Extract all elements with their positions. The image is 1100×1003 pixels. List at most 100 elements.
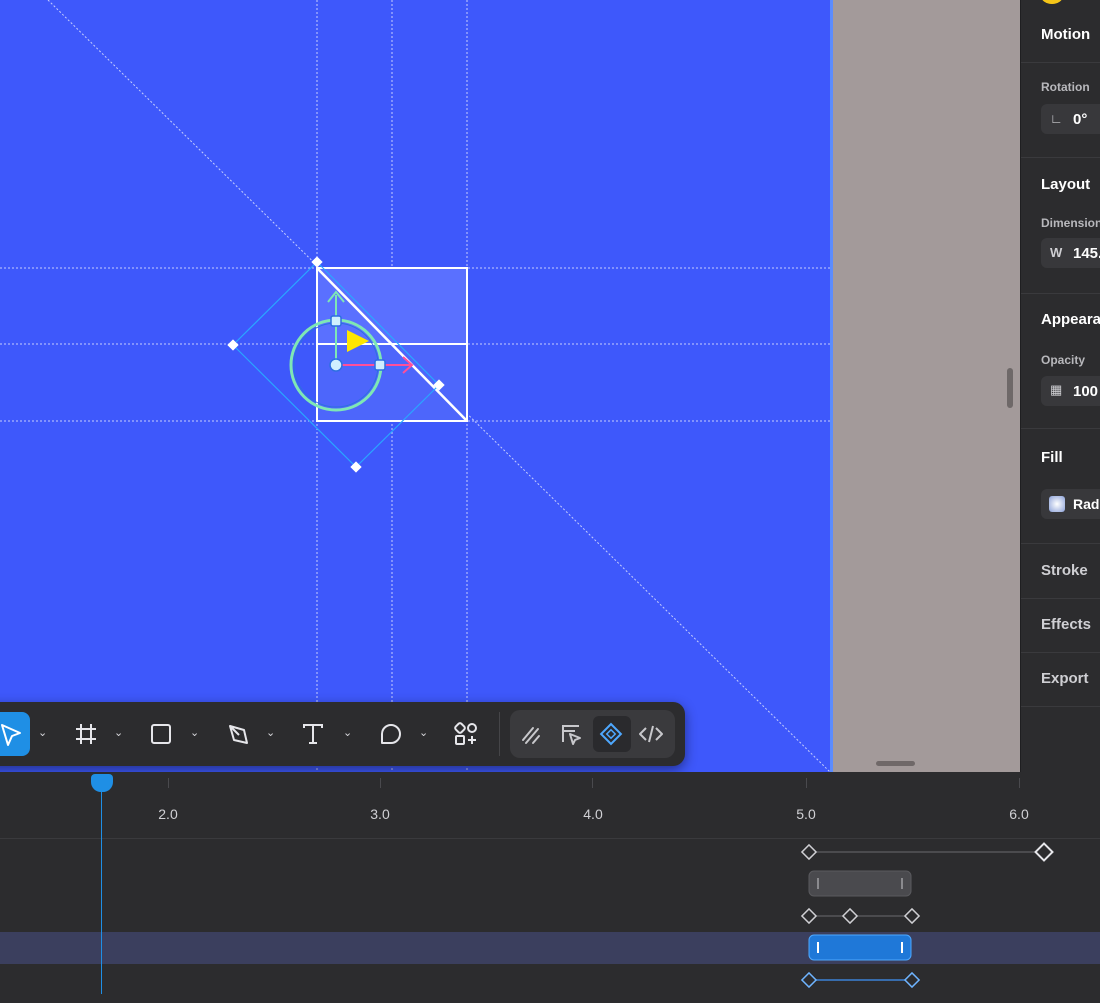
- ruler-tick: [1019, 778, 1020, 788]
- opacity-input[interactable]: ▦ 100: [1041, 376, 1100, 406]
- inspector-panel: Motion Rotation ∟ 0° Layout Dimension W …: [1020, 0, 1100, 772]
- frame-tool-button[interactable]: [68, 716, 104, 752]
- playhead-line: [101, 784, 102, 994]
- chevron-down-icon[interactable]: ⌄: [266, 726, 276, 740]
- panel-scroll-handle[interactable]: [1007, 368, 1013, 408]
- bottom-toolbar: ⌄ ⌄ ⌄ ⌄ ⌄ ⌄: [0, 702, 685, 766]
- rotation-value: 0°: [1073, 111, 1088, 128]
- timeline-panel: 2.0 3.0 4.0 5.0 6.0: [0, 772, 1100, 1003]
- rotation-section: Rotation ∟ 0°: [1021, 63, 1100, 158]
- keyframe-row: [800, 842, 1054, 862]
- draw-tool-button[interactable]: [513, 716, 549, 752]
- keyframe-diamond[interactable]: [800, 843, 818, 861]
- prototype-tool-button[interactable]: [593, 716, 631, 752]
- pen-tool-button[interactable]: [220, 716, 256, 752]
- timeline-ruler[interactable]: 2.0 3.0 4.0 5.0 6.0: [0, 772, 1100, 839]
- timeline-track-selected[interactable]: [0, 932, 1100, 964]
- ruler-tick: [380, 778, 381, 788]
- opacity-label: Opacity: [1041, 353, 1086, 367]
- chevron-down-icon[interactable]: ⌄: [419, 726, 429, 740]
- chevron-down-icon[interactable]: ⌄: [343, 726, 353, 740]
- stroke-heading[interactable]: Stroke: [1041, 562, 1088, 579]
- playhead-handle[interactable]: [91, 774, 113, 792]
- animation-clip[interactable]: [808, 870, 912, 897]
- width-value: 145.: [1073, 245, 1100, 262]
- fill-section: Fill Rad: [1021, 429, 1100, 544]
- radial-gradient-swatch-icon[interactable]: [1049, 496, 1065, 512]
- rectangle-tool-button[interactable]: [143, 716, 179, 752]
- shape-tool-button[interactable]: [373, 716, 409, 752]
- text-tool-button[interactable]: [295, 716, 331, 752]
- export-heading[interactable]: Export: [1041, 670, 1089, 687]
- keyframe-row: [800, 907, 921, 925]
- width-prefix: W: [1050, 245, 1063, 260]
- frame-icon: [76, 724, 96, 744]
- tick-label: 3.0: [370, 806, 390, 822]
- pen-icon: [229, 725, 248, 744]
- pivot-point: [329, 358, 343, 372]
- motion-heading[interactable]: Motion: [1041, 26, 1090, 43]
- rectangle-layer-top[interactable]: [316, 267, 468, 345]
- tick-label: 2.0: [158, 806, 178, 822]
- code-icon: [639, 725, 663, 743]
- timeline-track[interactable]: [0, 868, 1100, 900]
- fill-row[interactable]: Rad: [1041, 489, 1100, 519]
- layout-section: Layout Dimension W 145.: [1021, 158, 1100, 294]
- motion-section: Motion: [1021, 0, 1100, 63]
- animation-clip-selected[interactable]: [808, 934, 912, 961]
- keyframe-diamond[interactable]: [903, 971, 921, 989]
- dimensions-label: Dimension: [1041, 216, 1100, 230]
- timeline-track[interactable]: [0, 964, 1100, 996]
- appearance-heading: Appeara: [1041, 311, 1100, 328]
- design-canvas[interactable]: [0, 0, 830, 772]
- keyframe-diamond[interactable]: [800, 907, 818, 925]
- timeline-track[interactable]: [0, 836, 1100, 868]
- opacity-value: 100: [1073, 383, 1099, 400]
- layout-heading: Layout: [1041, 176, 1091, 193]
- canvas-resize-handle[interactable]: [876, 761, 915, 766]
- shape-icon: [381, 724, 401, 744]
- keyframe-diamond[interactable]: [800, 971, 818, 989]
- chevron-down-icon[interactable]: ⌄: [38, 726, 48, 740]
- rotation-input[interactable]: ∟ 0°: [1041, 104, 1100, 134]
- text-icon: [303, 724, 323, 744]
- inspect-icon: [562, 725, 581, 745]
- chevron-down-icon[interactable]: ⌄: [114, 726, 124, 740]
- draw-icon: [522, 727, 540, 744]
- pasteboard: [833, 0, 1020, 772]
- select-tool-button[interactable]: [0, 712, 30, 756]
- components-icon: [454, 722, 477, 745]
- tick-label: 6.0: [1009, 806, 1029, 822]
- keyframe-diamond[interactable]: [841, 907, 859, 925]
- fill-type: Rad: [1073, 496, 1100, 512]
- inspect-tool-button[interactable]: [553, 716, 589, 752]
- clip-row: [808, 870, 912, 897]
- appearance-section: Appeara Opacity ▦ 100: [1021, 294, 1100, 429]
- ruler-tick: [806, 778, 807, 788]
- ruler-tick: [168, 778, 169, 788]
- code-tool-button[interactable]: [633, 716, 669, 752]
- ruler-tick: [592, 778, 593, 788]
- prototype-icon: [599, 722, 623, 746]
- keyframe-diamond[interactable]: [903, 907, 921, 925]
- width-input[interactable]: W 145.: [1041, 238, 1100, 268]
- clip-row: [808, 934, 912, 961]
- rectangle-icon: [151, 724, 171, 744]
- angle-icon: ∟: [1050, 111, 1063, 126]
- keyframe-diamond[interactable]: [1034, 842, 1054, 862]
- effects-heading[interactable]: Effects: [1041, 616, 1091, 633]
- rotation-label: Rotation: [1041, 80, 1090, 94]
- tick-label: 5.0: [796, 806, 816, 822]
- components-tool-button[interactable]: [448, 716, 484, 752]
- toolbar-divider: [499, 712, 500, 756]
- dev-tools-group: [510, 710, 675, 758]
- stroke-section[interactable]: Stroke: [1021, 544, 1100, 599]
- motion-indicator-icon: [1041, 0, 1063, 4]
- chevron-down-icon[interactable]: ⌄: [190, 726, 200, 740]
- tick-label: 4.0: [583, 806, 603, 822]
- export-section[interactable]: Export: [1021, 653, 1100, 707]
- keyframe-row: [800, 971, 921, 989]
- opacity-icon: ▦: [1050, 382, 1063, 397]
- timeline-track[interactable]: [0, 900, 1100, 932]
- effects-section[interactable]: Effects: [1021, 599, 1100, 653]
